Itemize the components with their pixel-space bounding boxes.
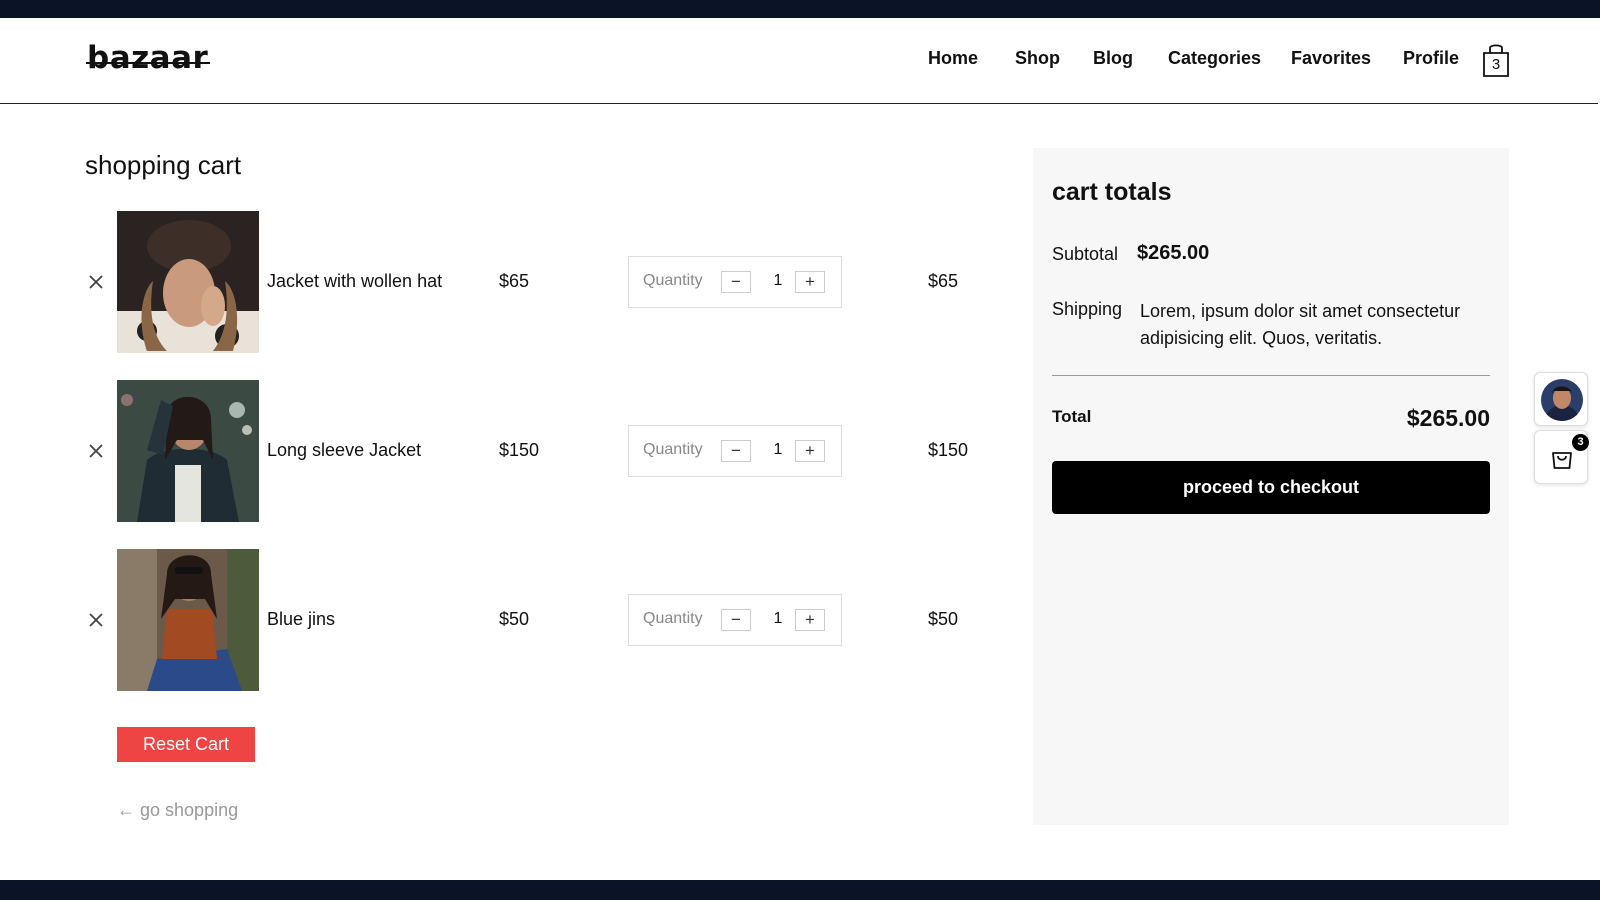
line-total: $150	[928, 440, 969, 460]
close-icon[interactable]	[86, 272, 106, 292]
nav-categories[interactable]: Categories	[1168, 48, 1261, 69]
product-name[interactable]: Blue jins	[267, 609, 335, 630]
nav-blog[interactable]: Blog	[1093, 48, 1133, 69]
site-header: bazaar Home Shop Blog Categories Favorit…	[0, 18, 1598, 104]
go-shopping-link[interactable]: ← go shopping	[117, 800, 238, 821]
line-total: $65	[928, 271, 959, 291]
product-price: $50	[499, 609, 530, 629]
quantity-label: Quantity	[643, 610, 703, 627]
quantity-label: Quantity	[643, 441, 703, 458]
bottom-bar	[0, 880, 1600, 900]
increment-button[interactable]: +	[795, 440, 825, 462]
page-title: shopping cart	[85, 150, 242, 180]
logo[interactable]: bazaar	[87, 40, 208, 76]
product-image	[117, 211, 259, 353]
line-total: $50	[928, 609, 959, 629]
quantity-value[interactable]: 1	[771, 272, 785, 290]
shipping-text: Lorem, ipsum dolor sit amet consectetur …	[1140, 301, 1461, 348]
quantity-stepper: Quantity − 1 +	[628, 594, 842, 646]
close-icon[interactable]	[86, 610, 106, 630]
product-name[interactable]: Long sleeve Jacket	[267, 440, 421, 461]
product-name[interactable]: Jacket with wollen hat	[267, 271, 442, 292]
decrement-button[interactable]: −	[721, 609, 751, 631]
cart-totals-panel: cart totals Subtotal $265.00 Shipping Lo…	[1033, 148, 1509, 825]
product-image	[117, 380, 259, 522]
quantity-value[interactable]: 1	[771, 441, 785, 459]
cart-count-badge: 3	[1572, 434, 1589, 451]
cart-count: 3	[1491, 56, 1501, 73]
go-shopping-label: go shopping	[140, 800, 239, 820]
cart-row: Long sleeve Jacket $150 Quantity − 1 + $…	[0, 380, 1000, 522]
nav-home[interactable]: Home	[928, 48, 978, 69]
divider	[1052, 375, 1490, 376]
cart-row: Blue jins $50 Quantity − 1 + $50	[0, 549, 1000, 691]
floating-cart-button[interactable]: 3	[1534, 430, 1589, 484]
cart-button[interactable]: 3	[1481, 42, 1511, 78]
logo-underline	[86, 62, 210, 64]
increment-button[interactable]: +	[795, 271, 825, 293]
quantity-stepper: Quantity − 1 +	[628, 425, 842, 477]
arrow-left-icon: ←	[117, 800, 141, 820]
product-image	[117, 549, 259, 691]
total-value: $265.00	[1406, 405, 1490, 431]
subtotal-label: Subtotal	[1052, 244, 1119, 264]
total-label: Total	[1052, 407, 1092, 426]
increment-button[interactable]: +	[795, 609, 825, 631]
product-price: $65	[499, 271, 530, 291]
checkout-button[interactable]: proceed to checkout	[1052, 461, 1490, 514]
top-bar	[0, 0, 1600, 18]
quantity-label: Quantity	[643, 272, 703, 289]
nav-favorites[interactable]: Favorites	[1291, 48, 1371, 69]
close-icon[interactable]	[86, 441, 106, 461]
shipping-label: Shipping	[1052, 299, 1123, 319]
avatar	[1541, 379, 1583, 421]
quantity-value[interactable]: 1	[771, 610, 785, 628]
floating-profile-button[interactable]	[1534, 372, 1588, 426]
subtotal-value: $265.00	[1137, 242, 1210, 264]
nav-profile[interactable]: Profile	[1403, 48, 1459, 69]
product-price: $150	[499, 440, 540, 460]
quantity-stepper: Quantity − 1 +	[628, 256, 842, 308]
cart-totals-title: cart totals	[1052, 178, 1172, 206]
nav-shop[interactable]: Shop	[1015, 48, 1060, 69]
decrement-button[interactable]: −	[721, 440, 751, 462]
cart-row: Jacket with wollen hat $65 Quantity − 1 …	[0, 211, 1000, 353]
reset-cart-button[interactable]: Reset Cart	[117, 727, 255, 762]
shopping-bag-icon	[1552, 452, 1572, 469]
decrement-button[interactable]: −	[721, 271, 751, 293]
